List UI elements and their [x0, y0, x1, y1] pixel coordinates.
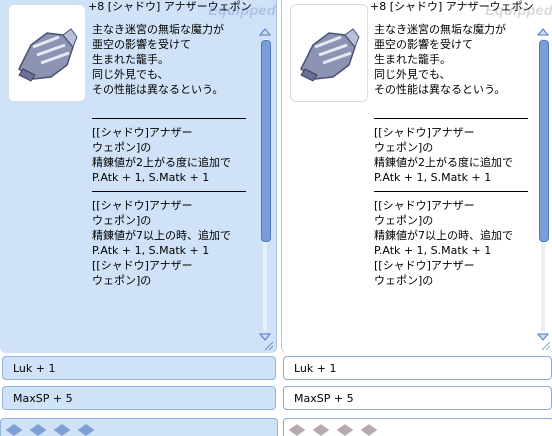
- description-separator: [92, 191, 246, 192]
- description-line: その性能は異なるという。: [374, 83, 506, 96]
- description-line: 精錬値が2上がる度に追加で: [92, 156, 231, 169]
- card-slot-icon: [29, 424, 47, 436]
- item-image: [8, 4, 86, 102]
- gauntlet-icon: [18, 28, 78, 82]
- description-line: 精錬値が7以上の時、追加で: [92, 229, 231, 242]
- description-line: [[シャドウ]アナザー: [374, 259, 475, 272]
- description-line: [[シャドウ]アナザー: [92, 199, 193, 212]
- description-line: 同じ外見でも、: [92, 68, 169, 81]
- description-scrollbar[interactable]: [258, 26, 272, 344]
- card-slot-icon: [288, 424, 306, 436]
- description-line: ウェポン]の: [374, 214, 434, 227]
- description-line: ウェポン]の: [92, 274, 152, 287]
- card-slot-icon: [336, 424, 354, 436]
- description-separator: [374, 118, 528, 119]
- description-line: 主なき迷宮の無垢な魔力が: [92, 23, 224, 36]
- description-line: P.Atk + 1, S.Matk + 1: [92, 171, 210, 184]
- description-line: 生まれた籠手。: [92, 53, 169, 66]
- item-tooltip-equipped: Equipped +8 [シャドウ] アナザーウェポン 主なき迷宮の無垢な魔力が…: [0, 0, 277, 353]
- gauntlet-icon: [300, 28, 360, 82]
- description-blank-line: [92, 97, 250, 112]
- description-line: ウェポン]の: [92, 141, 152, 154]
- card-slot-icon: [312, 424, 330, 436]
- description-line: [[シャドウ]アナザー: [92, 259, 193, 272]
- description-line: ウェポン]の: [374, 274, 434, 287]
- scroll-thumb[interactable]: [539, 40, 549, 242]
- description-line: 同じ外見でも、: [374, 68, 451, 81]
- description-line: P.Atk + 1, S.Matk + 1: [374, 171, 492, 184]
- description-line: 精錬値が7以上の時、追加で: [374, 229, 513, 242]
- description-separator: [374, 191, 528, 192]
- scroll-thumb[interactable]: [261, 40, 271, 242]
- random-option-1: Luk + 1: [283, 356, 552, 380]
- description-separator: [92, 118, 246, 119]
- random-option-1: Luk + 1: [2, 356, 276, 380]
- item-description: 主なき迷宮の無垢な魔力が 亜空の影響を受けて 生まれた籠手。 同じ外見でも、その性能は…: [374, 22, 532, 332]
- random-option-2: MaxSP + 5: [2, 386, 276, 410]
- description-line: 亜空の影響を受けて: [92, 38, 191, 51]
- description-line: その性能は異なるという。: [92, 83, 224, 96]
- description-line: 主なき迷宮の無垢な魔力が: [374, 23, 506, 36]
- description-line: 亜空の影響を受けて: [374, 38, 473, 51]
- description-line: ウェポン]の: [92, 214, 152, 227]
- card-slot-icon: [77, 424, 95, 436]
- card-slot-icon: [53, 424, 71, 436]
- description-blank-line: [374, 97, 532, 112]
- card-slots: [0, 418, 278, 436]
- description-line: [[シャドウ]アナザー: [374, 126, 475, 139]
- description-line: [[シャドウ]アナザー: [92, 126, 193, 139]
- description-scrollbar[interactable]: [536, 26, 550, 344]
- random-option-2: MaxSP + 5: [283, 386, 552, 410]
- arrow-up-icon[interactable]: [537, 26, 549, 38]
- description-line: 精錬値が2上がる度に追加で: [374, 156, 513, 169]
- description-line: [[シャドウ]アナザー: [374, 199, 475, 212]
- description-line: P.Atk + 1, S.Matk + 1: [374, 244, 492, 257]
- item-title: +8 [シャドウ] アナザーウェポン: [370, 0, 534, 13]
- resize-grip-icon[interactable]: [541, 341, 551, 351]
- description-line: ウェポン]の: [374, 141, 434, 154]
- description-line: P.Atk + 1, S.Matk + 1: [92, 244, 210, 257]
- card-slots: [283, 418, 552, 436]
- item-title: +8 [シャドウ] アナザーウェポン: [88, 0, 252, 13]
- card-slot-icon: [360, 424, 378, 436]
- item-tooltip-compare: Equipped +8 [シャドウ] アナザーウェポン 主なき迷宮の無垢な魔力が…: [281, 0, 552, 353]
- item-description: 主なき迷宮の無垢な魔力が 亜空の影響を受けて 生まれた籠手。 同じ外見でも、その性能は…: [92, 22, 250, 332]
- resize-grip-icon[interactable]: [264, 341, 274, 351]
- description-line: 生まれた籠手。: [374, 53, 451, 66]
- item-image: [290, 4, 368, 102]
- arrow-up-icon[interactable]: [259, 26, 271, 38]
- card-slot-icon: [5, 424, 23, 436]
